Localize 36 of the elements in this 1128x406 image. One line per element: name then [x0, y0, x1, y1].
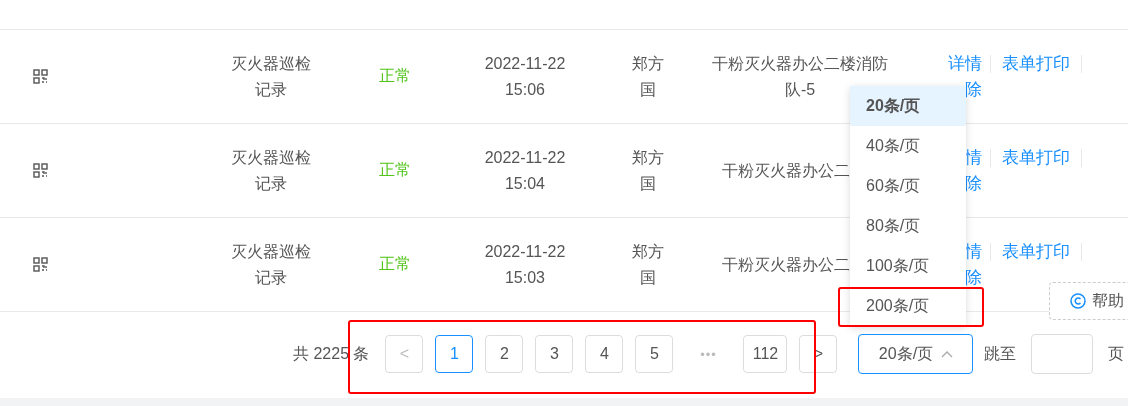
- page-unit: 页: [1108, 343, 1125, 364]
- table-cell-text: 2022-11-22 15:06: [483, 53, 567, 100]
- menu-item[interactable]: 80条/页: [850, 206, 966, 246]
- table-cell-text: 灭火器巡检记录: [230, 241, 312, 288]
- page-button[interactable]: 3: [535, 335, 574, 373]
- menu-item[interactable]: 200条/页: [850, 286, 966, 326]
- qr-code-icon[interactable]: [32, 257, 48, 272]
- qr-code-icon[interactable]: [32, 69, 48, 84]
- help-button[interactable]: 帮助: [1049, 282, 1128, 320]
- table-cell-text: 2022-11-22 15:04: [483, 147, 567, 194]
- page-button[interactable]: 2: [485, 335, 524, 373]
- menu-item[interactable]: 60条/页: [850, 166, 966, 206]
- menu-item[interactable]: 40条/页: [850, 126, 966, 166]
- page-button[interactable]: 5: [635, 335, 674, 373]
- menu-item[interactable]: 20条/页: [850, 86, 966, 126]
- menu-item[interactable]: 100条/页: [850, 246, 966, 286]
- table-cell: 干粉灭火器办公二: [722, 255, 850, 273]
- help-icon: [1070, 293, 1086, 309]
- jump-label: 跳至: [984, 343, 1017, 364]
- page-button[interactable]: 112: [743, 335, 788, 373]
- table-cell-text: 灭火器巡检记录: [230, 147, 312, 194]
- table-cell-text: 郑方国: [631, 53, 665, 100]
- status-text: 正常: [378, 254, 412, 274]
- table-cell-text: 灭火器巡检记录: [230, 53, 312, 100]
- table-cell-text: 2022-11-22 15:03: [483, 241, 567, 288]
- table-cell-text: 郑方国: [631, 147, 665, 194]
- qr-code-icon[interactable]: [32, 163, 48, 178]
- total-count: 共 2225 条: [293, 343, 370, 364]
- caret-icon: [941, 350, 954, 358]
- table-cell-text: 郑方国: [631, 241, 665, 288]
- table-cell: 干粉灭火器办公二: [722, 161, 850, 179]
- status-text: 正常: [378, 160, 412, 180]
- page-size-select[interactable]: 20条/页: [858, 334, 974, 374]
- page-button[interactable]: 4: [585, 335, 624, 373]
- page-input[interactable]: [1031, 334, 1094, 374]
- status-text: 正常: [378, 66, 412, 86]
